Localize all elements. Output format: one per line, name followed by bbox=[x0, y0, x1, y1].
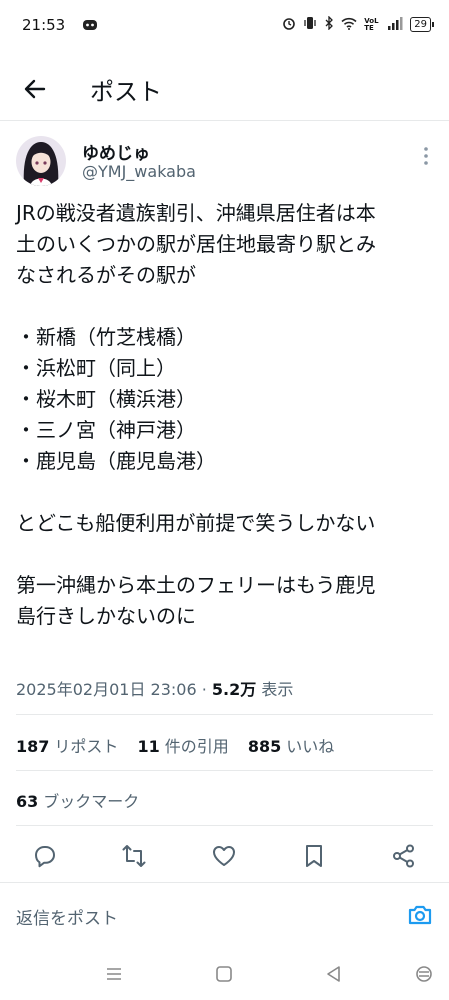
likes-count: 885 bbox=[247, 737, 282, 756]
assistant-icon bbox=[416, 966, 432, 982]
action-bar bbox=[0, 842, 449, 872]
author-name[interactable]: ゆめじゅ bbox=[82, 139, 150, 164]
signal-icon bbox=[387, 16, 403, 33]
meta-divider bbox=[16, 714, 433, 715]
top-header: ポスト bbox=[0, 60, 449, 118]
tweet-paragraph: 島行きしかないのに bbox=[16, 604, 196, 628]
quotes-count: 11 bbox=[137, 737, 160, 756]
bookmarks-stat[interactable]: 63 ブックマーク bbox=[16, 788, 139, 812]
share-icon bbox=[393, 844, 414, 868]
home-square-icon bbox=[216, 966, 232, 982]
camera-button[interactable] bbox=[407, 902, 433, 928]
camera-icon bbox=[408, 905, 432, 925]
likes-stat[interactable]: 885 いいね bbox=[248, 737, 334, 756]
bookmark-icon bbox=[306, 845, 322, 867]
battery-indicator: 29 bbox=[410, 17, 434, 32]
tweet-list-item: ・浜松町（同上） bbox=[16, 356, 176, 380]
tweet-list-item: ・桜木町（横浜港） bbox=[16, 387, 196, 411]
like-button[interactable] bbox=[210, 842, 238, 870]
reply-input[interactable]: 返信をポスト bbox=[16, 904, 118, 929]
header-divider bbox=[0, 120, 449, 121]
tweet-list-item: ・鹿児島（鹿児島港） bbox=[16, 449, 216, 473]
tweet-paragraph: 第一沖縄から本土のフェリーはもう鹿児 bbox=[16, 573, 376, 597]
system-nav-bar bbox=[0, 950, 449, 1000]
home-button[interactable] bbox=[214, 964, 234, 984]
tweet-paragraph: とどこも船便利用が前提で笑うしかない bbox=[16, 511, 376, 535]
bookmark-button[interactable] bbox=[300, 842, 328, 870]
reply-button[interactable] bbox=[31, 842, 59, 870]
bookmarks-label: ブックマーク bbox=[43, 792, 140, 811]
quotes-stat[interactable]: 11 件の引用 bbox=[138, 737, 229, 756]
stats-divider bbox=[16, 770, 433, 771]
timestamp[interactable]: 2025年02月01日 23:06 · bbox=[16, 680, 212, 699]
view-count: 5.2万 bbox=[211, 680, 257, 699]
vibrate-icon bbox=[303, 16, 317, 33]
status-time: 21:53 bbox=[22, 16, 66, 34]
repost-button[interactable] bbox=[120, 842, 148, 870]
tweet-list-item: ・三ノ宮（神戸港） bbox=[16, 418, 196, 442]
tweet-line: 土のいくつかの駅が居住地最寄り駅とみ bbox=[16, 232, 376, 256]
tweet-meta: 2025年02月01日 23:06 · 5.2万 表示 bbox=[16, 676, 293, 700]
view-label: 表示 bbox=[256, 680, 294, 699]
reposts-label: リポスト bbox=[54, 737, 119, 756]
quotes-label: 件の引用 bbox=[164, 737, 229, 756]
volte-label: VoLTE bbox=[364, 16, 379, 32]
author-handle[interactable]: @YMJ_wakaba bbox=[82, 162, 196, 181]
reposts-stat[interactable]: 187 リポスト bbox=[16, 737, 118, 756]
back-triangle-icon bbox=[327, 966, 340, 982]
status-icons: VoLTE 29 bbox=[282, 15, 434, 33]
bluetooth-icon bbox=[324, 15, 334, 33]
more-vertical-icon bbox=[424, 147, 428, 165]
discord-notification-icon bbox=[82, 17, 98, 36]
menu-icon bbox=[107, 968, 121, 980]
page-title: ポスト bbox=[90, 78, 162, 106]
back-arrow-icon bbox=[24, 79, 46, 99]
status-bar: 21:53 VoLTE 29 bbox=[0, 0, 449, 52]
tweet-line: なされるがその駅が bbox=[16, 263, 196, 287]
recent-apps-button[interactable] bbox=[104, 964, 124, 984]
reply-composer[interactable]: 返信をポスト bbox=[0, 896, 449, 936]
back-button[interactable] bbox=[20, 74, 50, 104]
accessibility-button[interactable] bbox=[414, 964, 434, 984]
actions-divider bbox=[0, 882, 449, 883]
tweet-list-item: ・新橋（竹芝桟橋） bbox=[16, 325, 196, 349]
like-icon bbox=[213, 846, 235, 866]
alarm-icon bbox=[282, 16, 296, 33]
bookmarks-divider bbox=[16, 825, 433, 826]
share-button[interactable] bbox=[390, 842, 418, 870]
repost-icon bbox=[122, 845, 146, 867]
engagement-stats: 187 リポスト 11 件の引用 885 いいね bbox=[16, 733, 348, 757]
avatar[interactable] bbox=[16, 136, 66, 186]
bookmarks-count: 63 bbox=[16, 792, 39, 811]
tweet-text: JRの戦没者遺族割引、沖縄県居住者は本 土のいくつかの駅が居住地最寄り駅とみ な… bbox=[16, 198, 436, 632]
tweet-line: JRの戦没者遺族割引、沖縄県居住者は本 bbox=[16, 201, 376, 225]
back-nav-button[interactable] bbox=[324, 964, 344, 984]
likes-label: いいね bbox=[286, 737, 335, 756]
reply-icon bbox=[35, 846, 55, 868]
wifi-icon bbox=[341, 17, 357, 33]
more-options-button[interactable] bbox=[421, 146, 431, 166]
reposts-count: 187 bbox=[16, 737, 50, 756]
